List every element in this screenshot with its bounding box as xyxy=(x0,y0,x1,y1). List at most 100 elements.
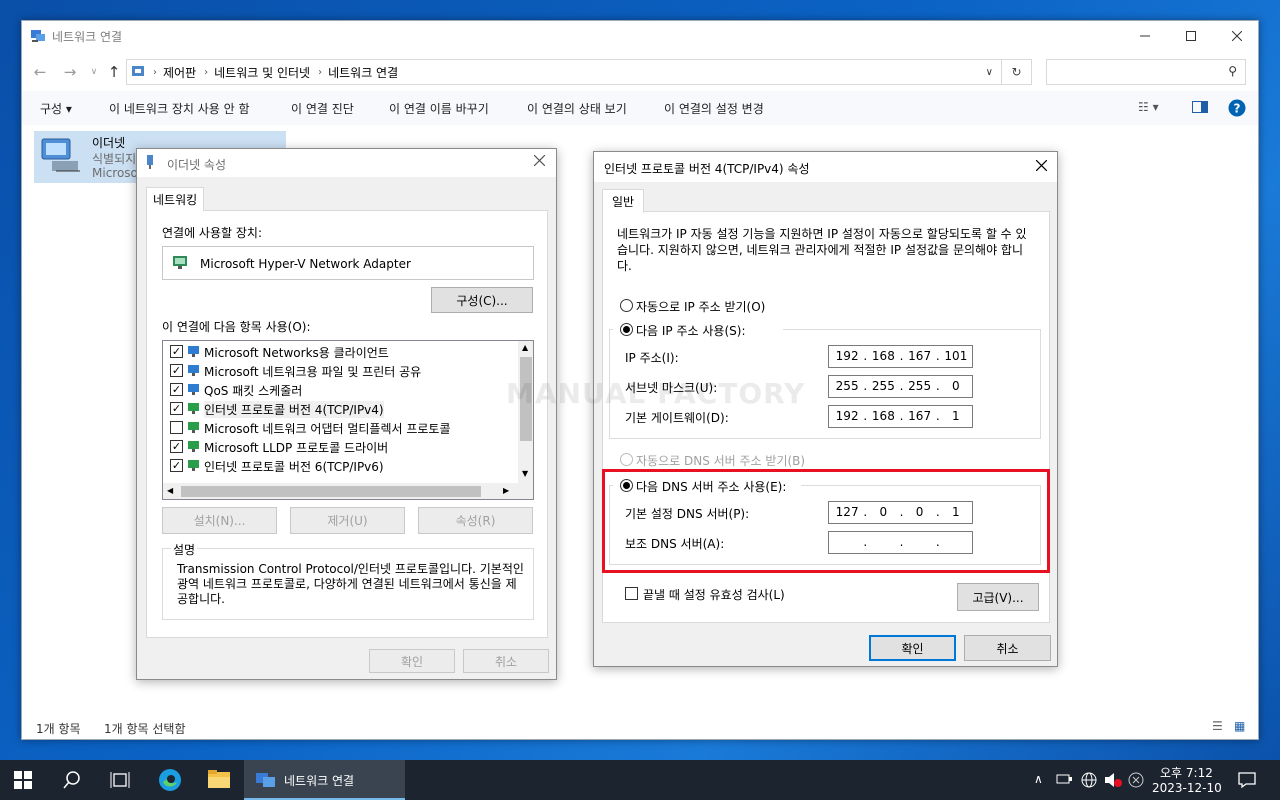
help-icon[interactable]: ? xyxy=(1228,99,1246,117)
minimize-button[interactable] xyxy=(1122,21,1168,51)
close-icon[interactable] xyxy=(1036,160,1047,171)
tray-chevron-icon[interactable]: ∧ xyxy=(1034,772,1043,786)
horizontal-scrollbar[interactable]: ◀ ▶ xyxy=(163,483,533,499)
cancel-button[interactable]: 취소 xyxy=(463,649,549,673)
ip-octet[interactable]: 168 xyxy=(865,409,901,423)
ip-octet[interactable]: 168 xyxy=(865,349,901,363)
component-checkbox[interactable]: ✓ xyxy=(170,345,183,358)
subnet-mask-field[interactable]: 255. 255. 255. 0 xyxy=(828,375,973,398)
window-title: 네트워크 연결 xyxy=(52,30,123,44)
clock-time[interactable]: 오후 7:12 xyxy=(1160,764,1213,781)
ok-button[interactable]: 확인 xyxy=(869,635,956,661)
scroll-right-icon[interactable]: ▶ xyxy=(503,486,509,495)
address-bar[interactable]: › 제어판 › 네트워크 및 인터넷 › 네트워크 연결 ∨ xyxy=(126,59,1002,85)
breadcrumb-network-internet[interactable]: 네트워크 및 인터넷 xyxy=(214,64,310,81)
preview-pane-icon[interactable] xyxy=(1192,101,1208,113)
validate-checkbox[interactable] xyxy=(625,587,638,600)
breadcrumb-control-panel[interactable]: 제어판 xyxy=(163,64,196,81)
ip-octet[interactable]: 1 xyxy=(938,409,974,423)
maximize-button[interactable] xyxy=(1168,21,1214,51)
tab-general[interactable]: 일반 xyxy=(602,189,645,213)
clock-date[interactable]: 2023-12-10 xyxy=(1152,781,1222,795)
up-arrow-icon[interactable]: ↑ xyxy=(104,62,124,82)
watermark: MANUAL FACTORY xyxy=(506,377,806,410)
auto-dns-label: 자동으로 DNS 서버 주소 받기(B) xyxy=(636,454,806,468)
disable-device-button[interactable]: 이 네트워크 장치 사용 안 함 xyxy=(109,100,250,117)
scroll-left-icon[interactable]: ◀ xyxy=(167,486,173,495)
component-checkbox[interactable] xyxy=(170,421,183,434)
tray-language-icon[interactable] xyxy=(1080,771,1098,789)
large-icons-view-icon[interactable]: ▦ xyxy=(1234,719,1245,733)
search-icon[interactable] xyxy=(62,770,82,790)
component-checkbox[interactable]: ✓ xyxy=(170,459,183,472)
ip-octet[interactable]: 255 xyxy=(865,379,901,393)
auto-dns-radio[interactable] xyxy=(620,453,633,466)
properties-button[interactable]: 속성(R) xyxy=(418,507,533,534)
component-row[interactable]: ✓ Microsoft 네트워크용 파일 및 프린터 공유 xyxy=(163,361,517,380)
task-view-icon[interactable] xyxy=(110,771,130,789)
back-arrow-icon[interactable]: ← xyxy=(30,62,50,82)
component-row[interactable]: ✓ Microsoft LLDP 프로토콜 드라이버 xyxy=(163,437,517,456)
file-explorer-icon[interactable] xyxy=(208,770,232,790)
component-row[interactable]: ✓ 인터넷 프로토콜 버전 6(TCP/IPv6) xyxy=(163,456,517,475)
component-row[interactable]: Microsoft 네트워크 어댑터 멀티플렉서 프로토콜 xyxy=(163,418,517,437)
rename-button[interactable]: 이 연결 이름 바꾸기 xyxy=(389,100,489,117)
ip-octet[interactable]: 167 xyxy=(902,349,938,363)
ip-octet[interactable]: 192 xyxy=(829,349,865,363)
advanced-button[interactable]: 고급(V)... xyxy=(957,583,1039,611)
address-dropdown-icon[interactable]: ∨ xyxy=(986,67,993,78)
protocol-icon xyxy=(187,420,201,434)
close-button[interactable] xyxy=(1214,21,1260,51)
scroll-up-icon[interactable]: ▲ xyxy=(522,343,528,352)
tray-network-icon[interactable] xyxy=(1056,772,1074,786)
ip-octet[interactable]: 101 xyxy=(938,349,974,363)
component-checkbox[interactable]: ✓ xyxy=(170,383,183,396)
start-windows-icon[interactable] xyxy=(14,771,32,789)
view-status-button[interactable]: 이 연결의 상태 보기 xyxy=(527,100,627,117)
details-view-icon[interactable]: ☰ xyxy=(1212,719,1223,733)
forward-arrow-icon[interactable]: → xyxy=(60,62,80,82)
search-input[interactable]: ⚲ xyxy=(1046,59,1246,85)
refresh-icon[interactable]: ↻ xyxy=(1002,59,1032,85)
ip-octet[interactable]: 192 xyxy=(829,409,865,423)
ip-octet[interactable]: 255 xyxy=(902,379,938,393)
recent-chevron-icon[interactable]: ∨ xyxy=(84,62,104,82)
notification-icon[interactable] xyxy=(1238,771,1256,789)
tray-close-circle-icon[interactable] xyxy=(1128,772,1144,788)
close-icon[interactable] xyxy=(534,155,545,166)
ip-octet[interactable]: 255 xyxy=(829,379,865,393)
gateway-field[interactable]: 192. 168. 167. 1 xyxy=(828,405,973,428)
scroll-down-icon[interactable]: ▼ xyxy=(522,469,528,478)
component-checkbox[interactable]: ✓ xyxy=(170,402,183,415)
auto-ip-radio[interactable] xyxy=(620,299,633,312)
component-label: QoS 패킷 스케줄러 xyxy=(204,384,303,398)
hscroll-thumb[interactable] xyxy=(181,486,481,497)
tab-networking[interactable]: 네트워킹 xyxy=(146,187,205,211)
cancel-button[interactable]: 취소 xyxy=(964,635,1051,661)
ip-address-field[interactable]: 192. 168. 167. 101 xyxy=(828,345,973,368)
organize-menu[interactable]: 구성 ▾ xyxy=(40,100,72,117)
description-title: 설명 xyxy=(171,541,198,558)
change-settings-button[interactable]: 이 연결의 설정 변경 xyxy=(664,100,764,117)
breadcrumb-network-connections[interactable]: 네트워크 연결 xyxy=(328,64,398,81)
manual-ip-radio[interactable] xyxy=(620,323,633,336)
configure-button[interactable]: 구성(C)... xyxy=(431,287,533,313)
gateway-label: 기본 게이트웨이(D): xyxy=(625,411,729,425)
component-row[interactable]: ✓ 인터넷 프로토콜 버전 4(TCP/IPv4) xyxy=(163,399,517,418)
ip-octet[interactable]: 167 xyxy=(902,409,938,423)
view-options-icon[interactable]: ☷ ▾ xyxy=(1138,100,1159,114)
component-checkbox[interactable]: ✓ xyxy=(170,440,183,453)
ip-octet[interactable]: 0 xyxy=(938,379,974,393)
client-service-icon xyxy=(187,363,201,377)
install-button[interactable]: 설치(N)... xyxy=(162,507,277,534)
component-checkbox[interactable]: ✓ xyxy=(170,364,183,377)
edge-browser-icon[interactable] xyxy=(158,768,182,792)
taskbar-active-network-connections[interactable]: 네트워크 연결 xyxy=(244,760,405,800)
component-row[interactable]: ✓ QoS 패킷 스케줄러 xyxy=(163,380,517,399)
ok-button[interactable]: 확인 xyxy=(369,649,455,673)
tray-volume-muted-icon[interactable] xyxy=(1103,771,1123,789)
component-row[interactable]: ✓ Microsoft Networks용 클라이언트 xyxy=(163,342,517,361)
vertical-scrollbar[interactable]: ▲ ▼ xyxy=(518,341,533,483)
diagnose-button[interactable]: 이 연결 진단 xyxy=(291,100,354,117)
uninstall-button[interactable]: 제거(U) xyxy=(290,507,405,534)
